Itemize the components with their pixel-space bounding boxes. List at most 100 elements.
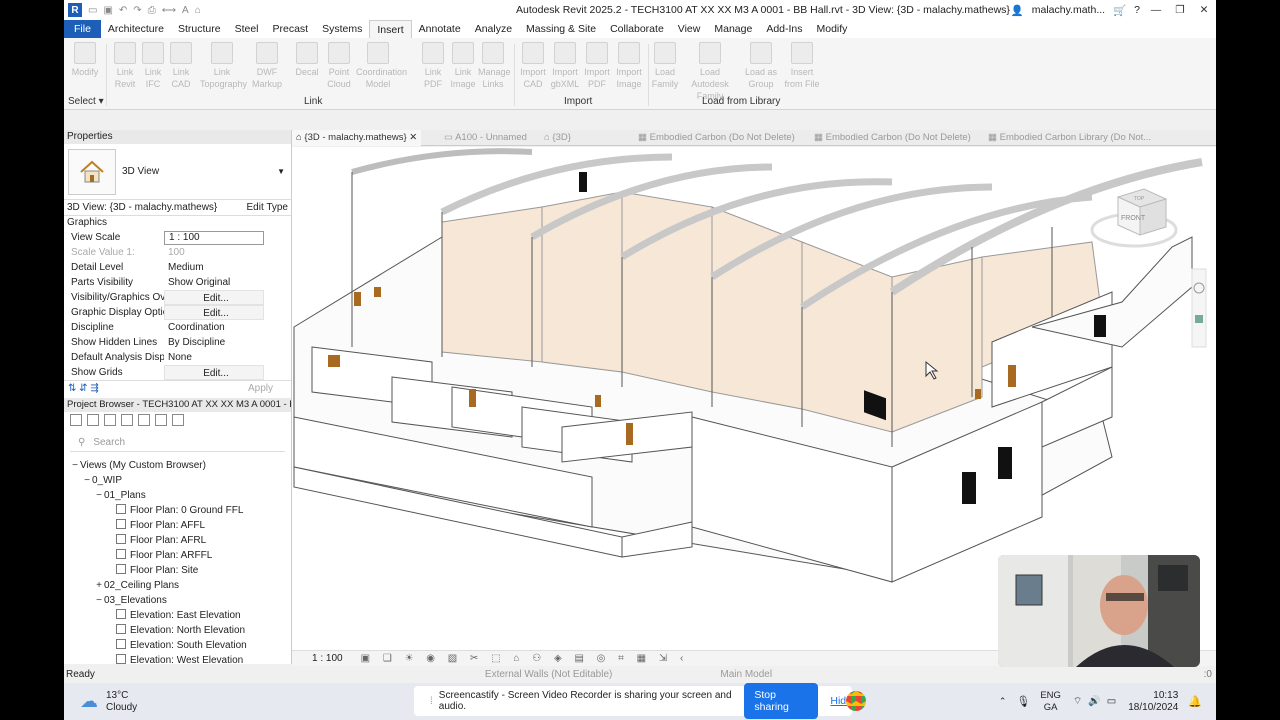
language-region[interactable]: GA [1040,702,1061,714]
coordination-model-button[interactable]: Coordination Model [356,42,407,90]
link-image-button[interactable]: Link Image [448,42,478,90]
tree-item[interactable]: −03_Elevations [64,593,291,608]
dwf-markup-button[interactable]: DWF Markup [252,42,282,90]
menu-architecture[interactable]: Architecture [101,20,171,38]
tree-item[interactable]: Floor Plan: AFRL [64,533,291,548]
stop-sharing-button[interactable]: Stop sharing [744,683,819,719]
load-as-group-button[interactable]: Load as Group [744,42,778,90]
type-selector[interactable]: 3D View ▼ [64,144,291,200]
manage-links-button[interactable]: Manage Links [478,42,511,90]
expand-icon[interactable]: + [94,578,104,593]
home-icon[interactable] [70,414,82,426]
close-icon[interactable]: ✕ [409,132,417,143]
notification-bell-icon[interactable]: 🔔 [1188,695,1202,708]
modify-button[interactable]: Modify [70,42,100,78]
collapse-icon[interactable]: − [70,458,80,473]
menu-insert[interactable]: Insert [369,20,412,38]
schedule-icon[interactable] [104,414,116,426]
tray-chevron-icon[interactable]: ⌃ [999,696,1007,707]
workset-selector[interactable]: External Walls (Not Editable) [485,669,612,680]
speaker-icon[interactable]: 🔊 [1088,696,1100,707]
battery-icon[interactable]: ▭ [1107,696,1116,707]
tab-3d-malachy[interactable]: ⌂ {3D - malachy.mathews} ✕ [292,130,422,146]
visibility-edit-button[interactable]: Edit... [164,290,264,305]
menu-file[interactable]: File [64,20,101,38]
drag-handle-icon[interactable]: ⁞ [430,696,433,707]
load-autodesk-family-button[interactable]: Load Autodesk Family [684,42,736,102]
import-cad-button[interactable]: Import CAD [518,42,548,90]
clock-time[interactable]: 10:13 [1128,690,1178,702]
cart-icon[interactable]: 🛒 [1113,4,1126,17]
link-topography-button[interactable]: Link Topography [200,42,247,90]
link-cad-button[interactable]: Link CAD [166,42,196,90]
close-icon[interactable]: ✕ [1196,4,1212,16]
menu-steel[interactable]: Steel [228,20,266,38]
language-code[interactable]: ENG [1040,690,1061,702]
menu-view[interactable]: View [671,20,708,38]
point-cloud-button[interactable]: Point Cloud [324,42,354,90]
open-icon[interactable]: ▭ [88,5,97,16]
apply-button[interactable]: Apply [248,383,287,394]
user-icon[interactable]: 👤 [1011,4,1024,17]
menu-annotate[interactable]: Annotate [412,20,468,38]
tree-item[interactable]: Floor Plan: Site [64,563,291,578]
tab-embodied-carbon-library[interactable]: ▦ Embodied Carbon Library (Do Not... [988,130,1151,146]
menu-collaborate[interactable]: Collaborate [603,20,671,38]
tab-a100[interactable]: ▭ A100 - Unnamed [444,130,527,146]
menu-structure[interactable]: Structure [171,20,228,38]
user-name[interactable]: malachy.math... [1032,4,1105,16]
edit-type-button[interactable]: Edit Type [246,202,288,213]
prop-row[interactable]: Discipline Coordination [64,320,291,335]
link-ifc-button[interactable]: Link IFC [138,42,168,90]
tree-item[interactable]: Floor Plan: 0 Ground FFL [64,503,291,518]
collapse-icon[interactable]: − [82,473,92,488]
import-gbxml-button[interactable]: Import gbXML [550,42,580,90]
menu-manage[interactable]: Manage [707,20,759,38]
tree-item[interactable]: Floor Plan: AFFL [64,518,291,533]
tree-item[interactable]: Floor Plan: ARFFL [64,548,291,563]
tree-item[interactable]: Elevation: South Elevation [64,638,291,653]
insert-from-file-button[interactable]: Insert from File [784,42,820,90]
group-icon[interactable] [155,414,167,426]
weather-temp[interactable]: 13°C [106,690,137,702]
chevron-down-icon[interactable]: ▼ [277,167,285,176]
menu-modify[interactable]: Modify [810,20,855,38]
show-grids-edit-button[interactable]: Edit... [164,365,264,380]
3d-view-icon[interactable]: ⌂ [195,5,201,16]
redo-icon[interactable]: ↷ [133,5,141,16]
weather-desc[interactable]: Cloudy [106,702,137,714]
revit-logo-icon[interactable]: R [68,3,82,17]
menu-massing[interactable]: Massing & Site [519,20,603,38]
tree-item[interactable]: Elevation: North Elevation [64,623,291,638]
menu-addins[interactable]: Add-Ins [759,20,809,38]
tree-item[interactable]: Elevation: East Elevation [64,608,291,623]
collapse-icon[interactable]: − [94,488,104,503]
clock-date[interactable]: 18/10/2024 [1128,702,1178,714]
load-family-button[interactable]: Load Family [650,42,680,90]
design-option-selector[interactable]: Main Model [720,669,772,680]
link-revit-button[interactable]: Link Revit [110,42,140,90]
chrome-icon[interactable] [846,691,866,711]
menu-precast[interactable]: Precast [266,20,316,38]
minimize-icon[interactable]: — [1148,4,1164,16]
measure-icon[interactable]: ⟷ [162,5,176,16]
collapse-icon[interactable]: − [94,593,104,608]
tab-3d[interactable]: ⌂ {3D} [544,130,571,146]
prop-row[interactable]: Parts Visibility Show Original [64,275,291,290]
restore-icon[interactable]: ❐ [1172,4,1188,16]
search-input[interactable]: ⚲ Search [70,434,285,452]
help-icon[interactable]: ? [1134,4,1140,16]
wifi-icon[interactable]: ⌔ [1073,695,1082,708]
family-icon[interactable] [138,414,150,426]
text-icon[interactable]: A [182,5,189,16]
undo-icon[interactable]: ↶ [119,5,127,16]
import-image-button[interactable]: Import Image [614,42,644,90]
navigation-bar[interactable] [1191,268,1207,348]
save-icon[interactable]: ▣ [103,5,112,16]
instance-selector[interactable]: 3D View: {3D - malachy.mathews} Edit Typ… [64,200,291,216]
print-icon[interactable]: ⎙ [148,5,156,16]
link-icon[interactable] [172,414,184,426]
menu-systems[interactable]: Systems [315,20,369,38]
view-scale-control[interactable]: 1 : 100 [312,653,343,664]
menu-analyze[interactable]: Analyze [468,20,519,38]
